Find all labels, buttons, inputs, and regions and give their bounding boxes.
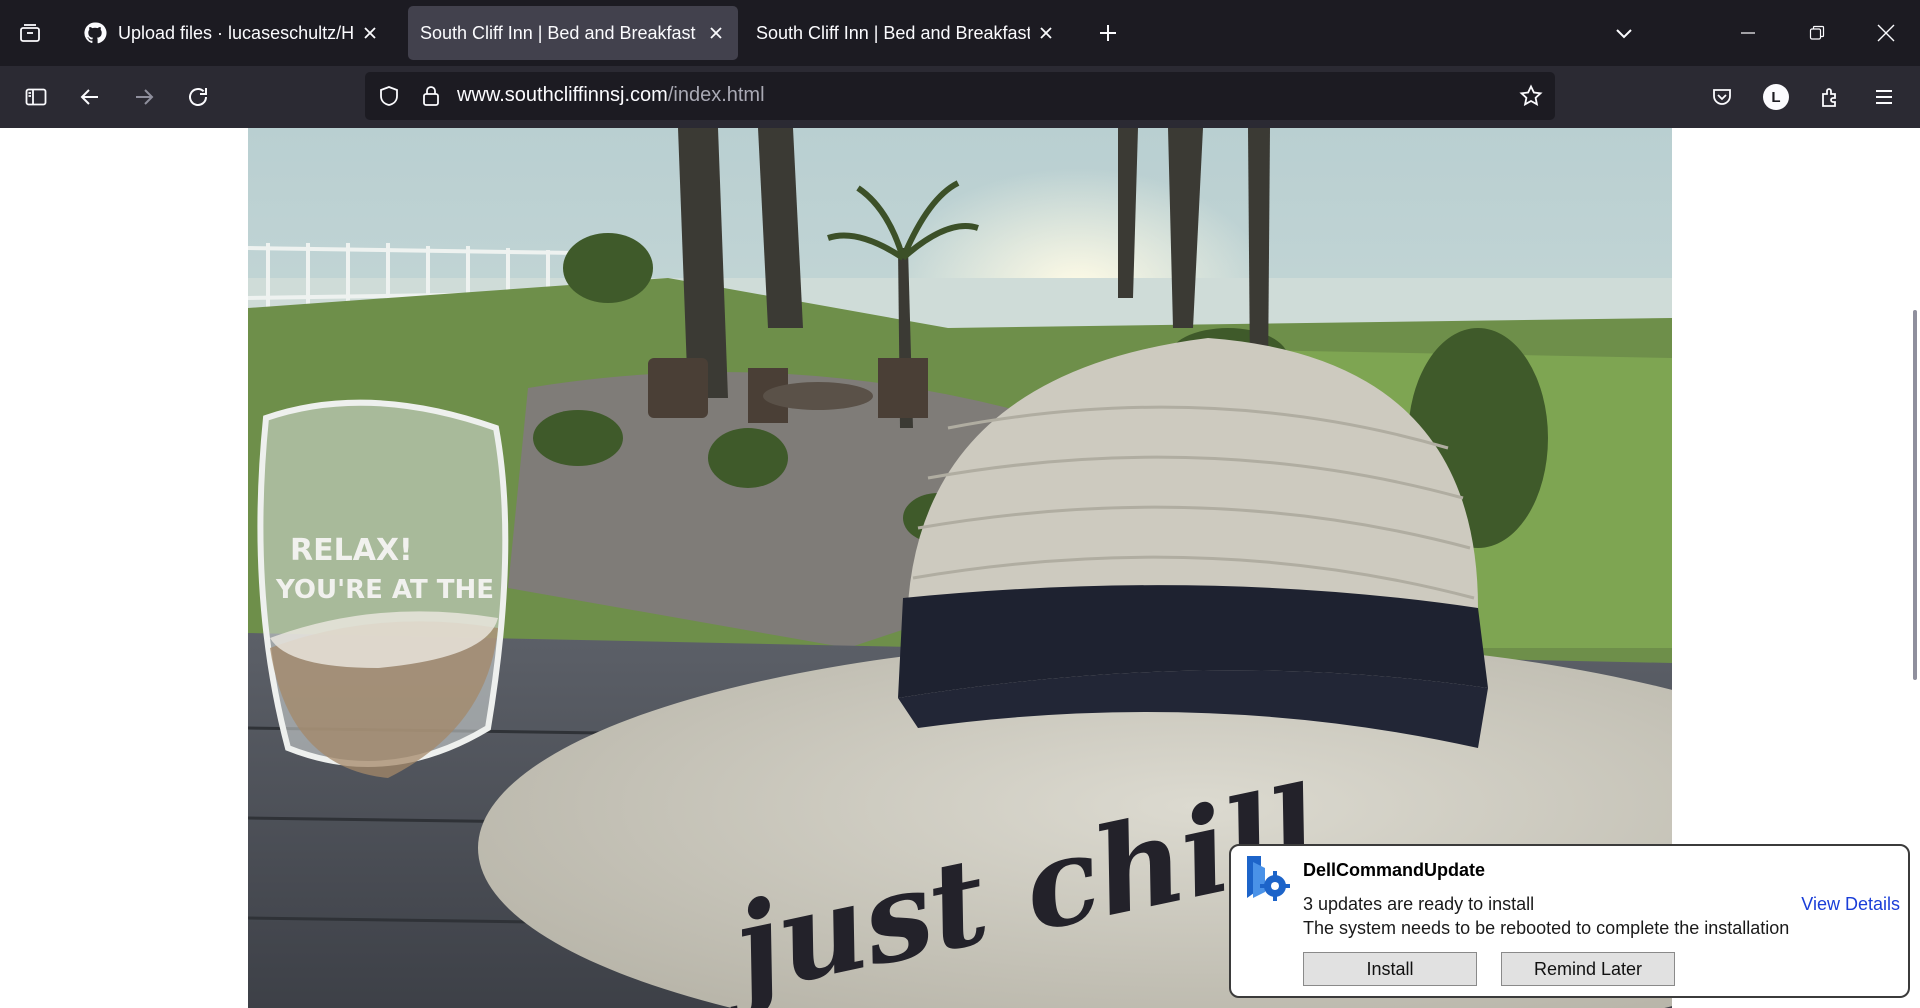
glass-text-line2: YOU'RE AT THE <box>275 575 494 605</box>
account-avatar[interactable]: L <box>1758 79 1794 115</box>
close-tab-icon[interactable] <box>1030 17 1062 49</box>
avatar-initial: L <box>1763 84 1789 110</box>
notification-app-name: DellCommandUpdate <box>1303 860 1486 880</box>
notification-message-line2: The system needs to be rebooted to compl… <box>1303 918 1790 938</box>
address-bar[interactable]: www.southcliffinnsj.com/index.html <box>365 72 1555 120</box>
remind-later-button[interactable]: Remind Later <box>1501 952 1675 986</box>
list-tabs-chevron-down-icon[interactable] <box>1606 15 1642 51</box>
close-tab-icon[interactable] <box>700 17 732 49</box>
tab-overview-icon[interactable] <box>12 15 48 51</box>
hamburger-menu-icon[interactable] <box>1866 79 1902 115</box>
bookmark-star-icon[interactable] <box>1515 80 1547 112</box>
tab-title: Upload files · lucaseschultz/HTML <box>118 22 354 43</box>
extensions-icon[interactable] <box>1812 79 1848 115</box>
notification-message-line1: 3 updates are ready to install <box>1303 894 1535 914</box>
tab-title: South Cliff Inn | Bed and Breakfast | Ca… <box>420 22 700 43</box>
dell-command-update-icon <box>1239 852 1291 904</box>
update-notification: DellCommandUpdate 3 updates are ready to… <box>1229 844 1910 998</box>
github-icon <box>82 20 108 46</box>
scrollbar-thumb[interactable] <box>1913 310 1917 680</box>
tab-south-cliff-active[interactable]: South Cliff Inn | Bed and Breakfast | Ca… <box>408 6 738 60</box>
view-details-link[interactable]: View Details <box>1801 894 1900 915</box>
tab-strip: Upload files · lucaseschultz/HTML South … <box>0 0 1920 66</box>
sidebar-toggle-icon[interactable] <box>18 79 54 115</box>
reload-icon[interactable] <box>180 79 216 115</box>
url-text[interactable]: www.southcliffinnsj.com/index.html <box>457 84 765 107</box>
tab-title: South Cliff Inn | Bed and Breakfast | Ca… <box>756 22 1030 43</box>
close-tab-icon[interactable] <box>354 17 386 49</box>
tab-south-cliff[interactable]: South Cliff Inn | Bed and Breakfast | Ca… <box>746 6 1068 60</box>
close-window-icon[interactable] <box>1868 15 1904 51</box>
url-path: /index.html <box>667 84 765 106</box>
forward-arrow-icon[interactable] <box>126 79 162 115</box>
back-arrow-icon[interactable] <box>72 79 108 115</box>
tracking-protection-shield-icon[interactable] <box>373 80 405 112</box>
restore-icon[interactable] <box>1799 15 1835 51</box>
glass-text-line1: RELAX! <box>290 533 413 568</box>
new-tab-icon[interactable] <box>1090 15 1126 51</box>
pocket-icon[interactable] <box>1704 79 1740 115</box>
minimize-icon[interactable] <box>1730 15 1766 51</box>
tab-github[interactable]: Upload files · lucaseschultz/HTML <box>70 6 392 60</box>
url-domain: www.southcliffinnsj.com <box>457 84 668 106</box>
lock-icon[interactable] <box>415 80 447 112</box>
install-button[interactable]: Install <box>1303 952 1477 986</box>
